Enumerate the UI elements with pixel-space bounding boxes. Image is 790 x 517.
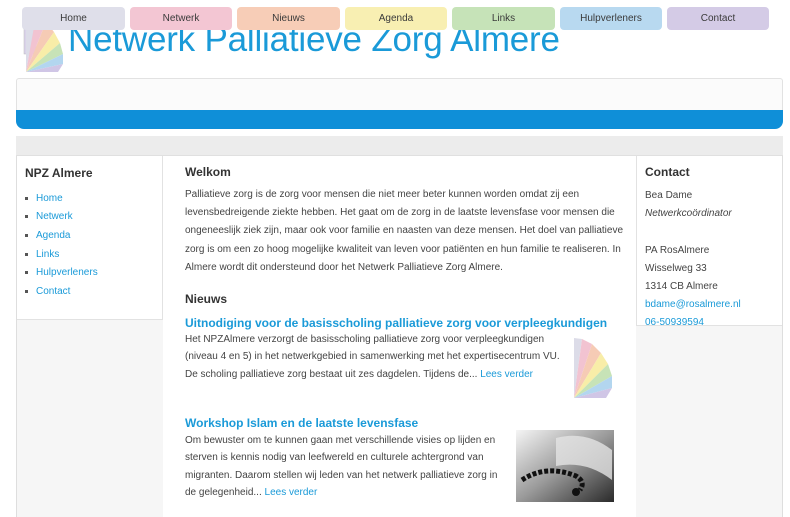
contact-role: Netwerkcoördinator [645,208,732,220]
sidebar-item-netwerk[interactable]: Netwerk [25,208,98,227]
contact-details: Bea Dame Netwerkcoördinator PA RosAlmere… [645,187,741,333]
nav-label: Home [60,13,87,24]
read-more-link[interactable]: Lees verder [480,369,533,380]
news-item-text: Om bewuster om te kunnen gaan met versch… [185,432,507,502]
news-item-text: Het NPZAlmere verzorgt de basisscholing … [185,331,563,383]
sidebar-item-hulpverleners[interactable]: Hulpverleners [25,263,98,282]
page-title: Welkom [185,165,231,179]
sidebar-item-label: Links [36,248,60,260]
nav-tab-nieuws[interactable]: Nieuws [237,7,340,30]
contact-title: Contact [645,165,690,179]
sidebar-item-label: Contact [36,285,71,297]
contact-street: Wisselweg 33 [645,262,707,274]
contact-org: PA RosAlmere [645,244,710,256]
nav-label: Agenda [378,13,414,24]
contact-email-link[interactable]: bdame@rosalmere.nl [645,296,741,314]
news-item-title[interactable]: Uitnodiging voor de basisscholing pallia… [185,316,607,330]
sidebar-item-links[interactable]: Links [25,245,98,264]
nav-tab-hulpverleners[interactable]: Hulpverleners [560,7,662,30]
nav-label: Nieuws [272,13,305,24]
nav-label: Links [491,13,516,24]
contact-name: Bea Dame [645,190,693,201]
nav-label: Netwerk [162,13,200,24]
nav-label: Hulpverleners [580,13,642,24]
nav-tab-agenda[interactable]: Agenda [345,7,447,30]
nav-tab-netwerk[interactable]: Netwerk [130,7,232,30]
bullet-icon [25,233,28,237]
read-more-link[interactable]: Lees verder [265,487,318,498]
contact-city: 1314 CB Almere [645,281,718,292]
bullet-icon [25,252,28,256]
contact-phone-link[interactable]: 06-50939594 [645,314,741,332]
nav-label: Contact [700,13,736,24]
sidebar-item-label: Hulpverleners [36,267,98,279]
sidebar-menu: Home Netwerk Agenda Links Hulpverleners … [25,189,98,301]
sidebar-item-label: Netwerk [36,211,73,223]
news-item-title[interactable]: Workshop Islam en de laatste levensfase [185,416,418,430]
main-navigation [16,78,783,112]
bullet-icon [25,271,28,275]
sidebar-item-label: Home [36,192,63,204]
sidebar-item-agenda[interactable]: Agenda [25,226,98,245]
news-thumbnail-prayer-beads[interactable] [516,430,614,502]
news-item-body: Om bewuster om te kunnen gaan met versch… [185,435,498,499]
intro-text: Palliatieve zorg is de zorg voor mensen … [185,189,624,273]
news-thumbnail-fan[interactable] [572,334,614,400]
nav-tab-contact[interactable]: Contact [667,7,769,30]
nav-tab-links[interactable]: Links [452,7,555,30]
sidebar-item-home[interactable]: Home [25,189,98,208]
bullet-icon [25,215,28,219]
sidebar-title: NPZ Almere [25,166,93,180]
bullet-icon [25,196,28,200]
content-top-strip [16,136,783,156]
nav-tab-home[interactable]: Home [22,7,125,30]
sidebar-item-contact[interactable]: Contact [25,282,98,301]
bullet-icon [25,289,28,293]
sidebar-item-label: Agenda [36,229,71,241]
nav-accent-bar [16,110,783,129]
news-heading: Nieuws [185,292,228,306]
